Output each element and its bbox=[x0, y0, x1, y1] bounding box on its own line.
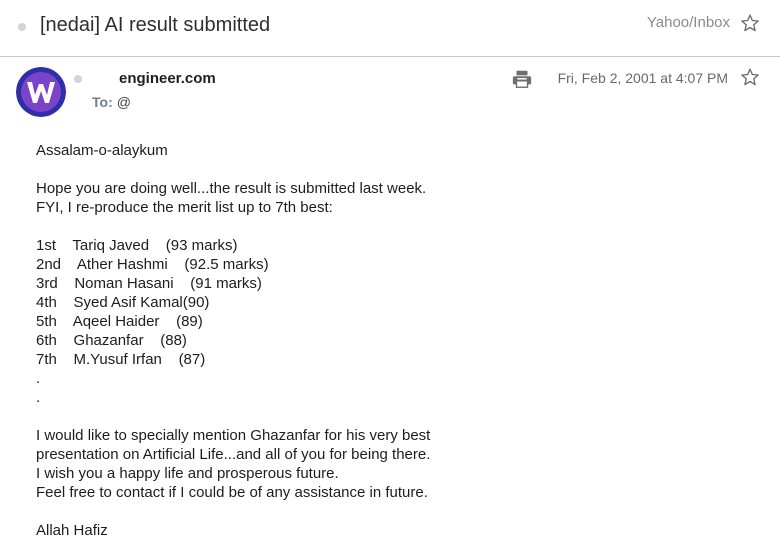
folder-breadcrumb[interactable]: Yahoo/Inbox bbox=[647, 14, 730, 31]
subject-title: [nedai] AI result submitted bbox=[40, 14, 271, 36]
body-line bbox=[36, 217, 756, 236]
message-body: Assalam-o-alaykum Hope you are doing well… bbox=[36, 141, 756, 540]
body-line: I wish you a happy life and prosperous f… bbox=[36, 465, 339, 482]
body-line: 6th Ghazanfar (88) bbox=[36, 332, 187, 349]
star-icon[interactable] bbox=[740, 13, 760, 33]
body-line bbox=[36, 407, 756, 426]
body-line: 4th Syed Asif Kamal(90) bbox=[36, 294, 210, 311]
presence-dot-icon bbox=[74, 75, 82, 83]
subject-bar: [nedai] AI result submitted Yahoo/Inbox bbox=[0, 0, 780, 57]
body-line: 7th M.Yusuf Irfan (87) bbox=[36, 351, 206, 368]
email-view: [nedai] AI result submitted Yahoo/Inbox … bbox=[0, 0, 780, 552]
recipient-value[interactable]: @ bbox=[117, 94, 131, 110]
body-line: FYI, I re-produce the merit list up to 7… bbox=[36, 199, 333, 216]
body-line: presentation on Artificial Life...and al… bbox=[36, 446, 431, 463]
body-line bbox=[36, 502, 756, 521]
unread-dot-icon[interactable] bbox=[18, 23, 26, 31]
avatar-logo-icon bbox=[16, 67, 66, 117]
body-line: . bbox=[36, 389, 41, 406]
body-line: 5th Aqeel Haider (89) bbox=[36, 313, 203, 330]
to-label: To: bbox=[92, 94, 113, 110]
body-line bbox=[36, 160, 756, 179]
message-star-icon[interactable] bbox=[740, 67, 760, 87]
recipient-row: To: @ bbox=[92, 94, 131, 110]
body-line: . bbox=[36, 370, 41, 387]
body-line: Hope you are doing well...the result is … bbox=[36, 180, 427, 197]
sender-avatar[interactable] bbox=[16, 67, 66, 117]
body-line: Allah Hafiz bbox=[36, 522, 108, 539]
body-line: I would like to specially mention Ghazan… bbox=[36, 427, 431, 444]
body-line: Assalam-o-alaykum bbox=[36, 142, 168, 159]
body-line: Feel free to contact if I could be of an… bbox=[36, 484, 428, 501]
body-line: 1st Tariq Javed (93 marks) bbox=[36, 237, 238, 254]
sender-name[interactable]: engineer.com bbox=[119, 70, 216, 87]
message-date: Fri, Feb 2, 2001 at 4:07 PM bbox=[557, 70, 728, 86]
printer-icon[interactable] bbox=[511, 68, 533, 90]
body-line: 3rd Noman Hasani (91 marks) bbox=[36, 275, 262, 292]
body-line: 2nd Ather Hashmi (92.5 marks) bbox=[36, 256, 269, 273]
